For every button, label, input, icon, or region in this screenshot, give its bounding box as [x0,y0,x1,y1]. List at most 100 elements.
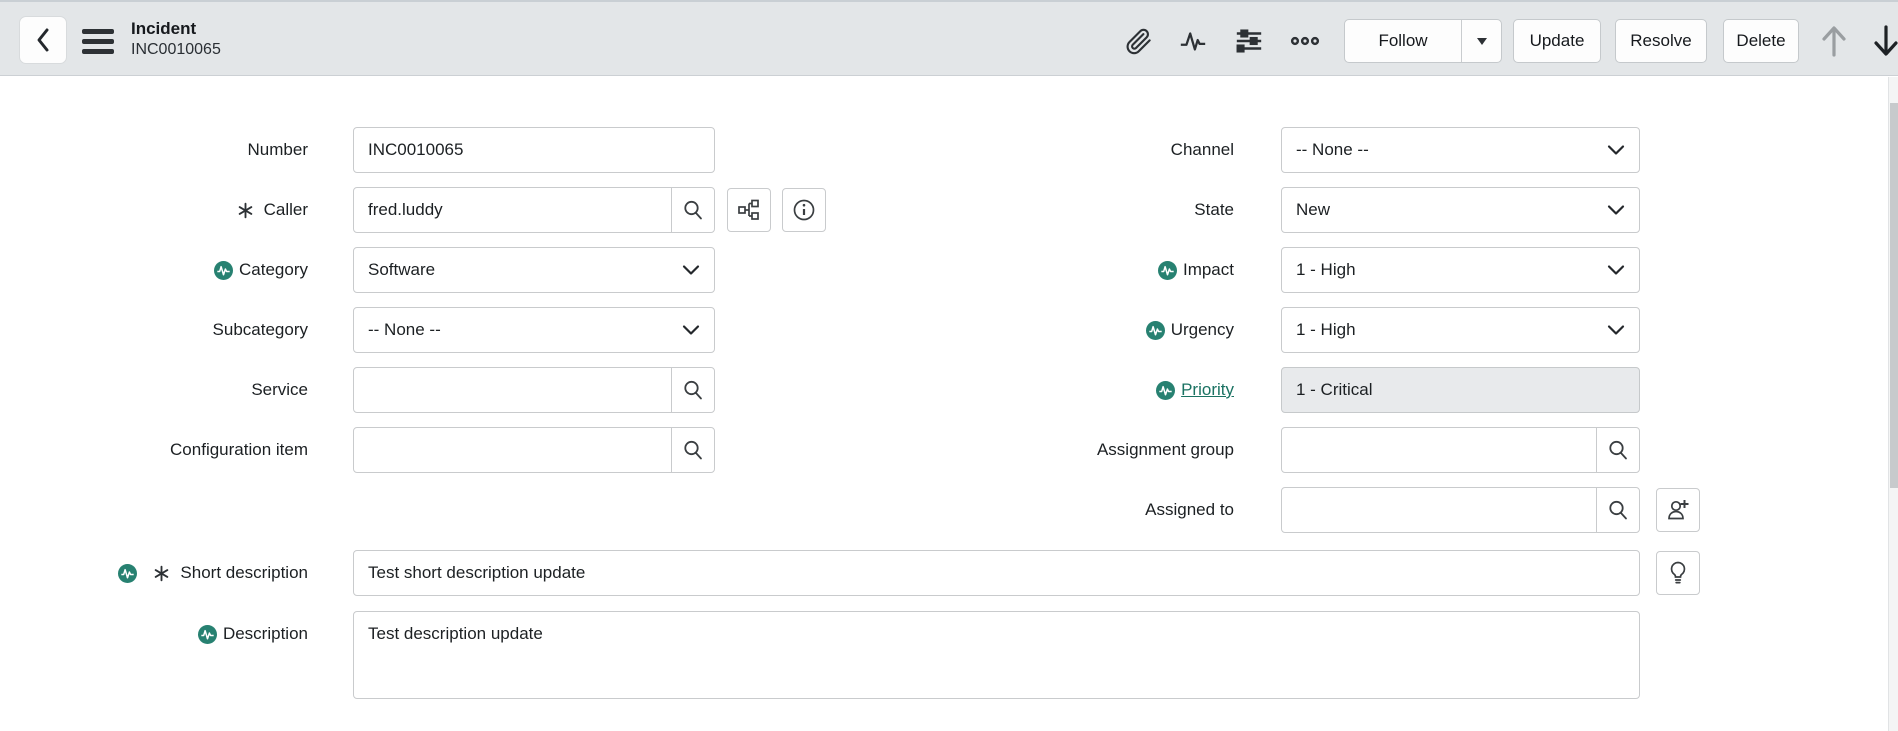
record-title: Incident INC0010065 [131,18,221,61]
description-textarea[interactable]: Test description update [353,611,1640,699]
search-icon [1609,440,1627,460]
delete-button[interactable]: Delete [1723,19,1799,63]
short-description-field [353,550,1640,596]
personalize-form-button[interactable] [1228,20,1270,62]
configuration-item-field [353,427,715,473]
number-input[interactable] [354,128,714,172]
impact-select[interactable]: 1 - High [1281,247,1640,293]
chevron-left-icon [37,28,49,52]
scrollbar-thumb[interactable] [1890,103,1898,488]
caller-input[interactable] [354,188,671,232]
attachment-button[interactable] [1118,20,1160,62]
chevron-down-icon [1607,265,1625,275]
suggestion-button[interactable] [1656,551,1700,595]
assignment-group-lookup-button[interactable] [1596,428,1639,472]
chevron-down-icon [1607,205,1625,215]
search-icon [684,200,702,220]
caller-label: Caller [0,187,308,233]
back-button[interactable] [19,16,67,64]
configuration-item-lookup-button[interactable] [671,428,714,472]
short-description-input[interactable] [354,551,1639,595]
arrow-up-icon [1822,26,1846,57]
activity-stream-button[interactable] [1172,20,1214,62]
service-input[interactable] [354,368,671,412]
follow-button[interactable]: Follow [1345,20,1461,62]
more-options-button[interactable] [1284,20,1326,62]
hamburger-icon [82,28,114,34]
state-select[interactable]: New [1281,187,1640,233]
follow-button-group: Follow [1344,19,1502,63]
assignment-group-input[interactable] [1282,428,1596,472]
search-icon [1609,500,1627,520]
search-icon [684,440,702,460]
caller-preview-button[interactable] [782,188,826,232]
vertical-scrollbar[interactable] [1888,77,1898,731]
assigned-to-field [1281,487,1640,533]
sliders-icon [1236,29,1262,53]
search-icon [684,380,702,400]
assigned-to-label: Assigned to [1145,500,1234,519]
channel-label: Channel [1170,140,1234,159]
field-status-indicator-icon [118,563,138,583]
number-label: Number [247,140,308,159]
org-chart-icon [738,199,759,220]
short-description-label: Short description [0,550,308,596]
context-menu-button[interactable] [80,22,118,60]
update-button[interactable]: Update [1513,19,1601,63]
subcategory-label: Subcategory [212,320,308,339]
previous-record-button[interactable] [1812,18,1856,64]
caret-down-icon [1476,38,1487,45]
arrow-down-icon [1874,25,1898,56]
page-title: Incident [131,19,197,38]
incident-form-page: Incident INC0010065 Follow Update Resolv… [0,0,1898,731]
service-lookup-button[interactable] [671,368,714,412]
impact-label: Impact [954,247,1234,293]
priority-readonly-field: 1 - Critical [1281,367,1640,413]
chevron-down-icon [1607,145,1625,155]
subcategory-select[interactable]: -- None -- [353,307,715,353]
configuration-item-label: Configuration item [170,440,308,459]
next-record-button[interactable] [1864,18,1898,64]
person-add-icon [1668,500,1689,520]
assigned-to-input[interactable] [1282,488,1596,532]
paperclip-icon [1126,28,1151,55]
chevron-down-icon [682,265,700,275]
record-number: INC0010065 [131,41,221,59]
assign-to-me-button[interactable] [1656,488,1700,532]
priority-label: Priority [954,367,1234,413]
caller-lookup-button[interactable] [671,188,714,232]
service-field [353,367,715,413]
info-icon [793,199,815,221]
configuration-item-input[interactable] [354,428,671,472]
chevron-down-icon [1607,325,1625,335]
number-field [353,127,715,173]
assigned-to-lookup-button[interactable] [1596,488,1639,532]
description-label: Description [0,611,308,657]
chevron-down-icon [682,325,700,335]
caller-field [353,187,715,233]
priority-link[interactable]: Priority [1181,380,1234,400]
field-status-indicator-icon [1156,380,1176,400]
form-header: Incident INC0010065 Follow Update Resolv… [0,0,1898,76]
required-asterisk-icon [155,565,169,581]
resolve-button[interactable]: Resolve [1615,19,1707,63]
follow-dropdown-button[interactable] [1461,20,1501,62]
state-label: State [1194,200,1234,219]
caller-hierarchy-button[interactable] [727,188,771,232]
field-status-indicator-icon [1157,260,1177,280]
lightbulb-icon [1670,561,1686,584]
urgency-select[interactable]: 1 - High [1281,307,1640,353]
field-status-indicator-icon [197,624,217,644]
required-asterisk-icon [238,202,252,218]
category-select[interactable]: Software [353,247,715,293]
pulse-icon [1180,32,1206,51]
service-label: Service [251,380,308,399]
assignment-group-field [1281,427,1640,473]
urgency-label: Urgency [954,307,1234,353]
more-dots-icon [1290,36,1320,46]
channel-select[interactable]: -- None -- [1281,127,1640,173]
field-status-indicator-icon [214,260,234,280]
assignment-group-label: Assignment group [1096,440,1234,459]
category-label: Category [0,247,308,293]
field-status-indicator-icon [1145,320,1165,340]
